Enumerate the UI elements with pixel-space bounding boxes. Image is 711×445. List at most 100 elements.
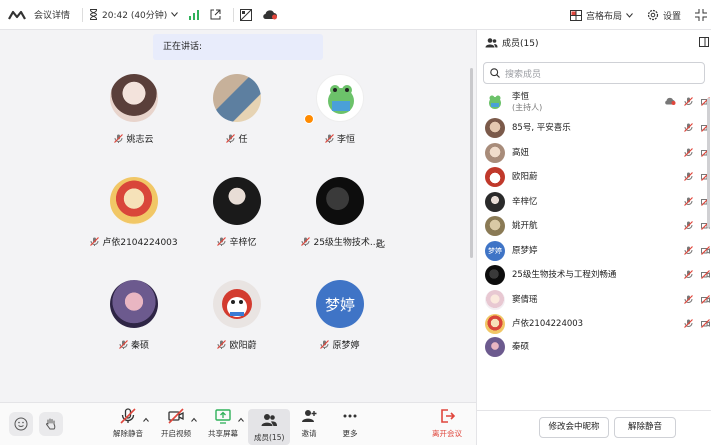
mic-off-icon[interactable] (684, 221, 693, 230)
participant-tile[interactable]: 姚志云 (79, 74, 189, 164)
share-screen-button[interactable]: 共享屏幕 (208, 407, 238, 439)
mic-off-icon[interactable] (684, 123, 693, 132)
leave-meeting-button[interactable]: 离开会议 (432, 407, 462, 439)
cloud-recording-icon[interactable] (262, 9, 278, 20)
mic-off-icon[interactable] (684, 319, 693, 328)
avatar (485, 265, 505, 286)
chevron-up-icon[interactable] (191, 417, 197, 423)
member-name: 辛梓忆 (512, 196, 538, 207)
unmute-button[interactable]: 解除静音 (113, 407, 143, 439)
video-off-icon[interactable] (701, 294, 710, 304)
participant-tile[interactable]: 任 (182, 74, 292, 164)
mic-off-icon (226, 134, 236, 143)
participant-name: 辛梓忆 (217, 235, 257, 248)
member-row-host[interactable]: 李恒 (主持人) (477, 88, 711, 116)
avatar (485, 216, 505, 237)
avatar (485, 289, 505, 310)
signal-strength-icon[interactable] (188, 9, 200, 20)
video-off-icon[interactable] (701, 270, 710, 279)
member-row[interactable]: 梦婷 原梦婷 (477, 239, 711, 264)
chevron-down-icon (171, 12, 179, 17)
video-off-icon[interactable] (701, 245, 710, 255)
unmute-label: 解除静音 (113, 429, 143, 438)
mic-off-icon[interactable] (684, 172, 693, 181)
external-link-icon[interactable] (210, 9, 221, 20)
participant-name: 秦硕 (119, 338, 149, 351)
host-label: (主持人) (512, 102, 543, 112)
rename-button[interactable]: 修改会中昵称 (539, 417, 609, 438)
avatar (316, 177, 364, 225)
divider (82, 7, 84, 22)
settings-label: 设置 (662, 11, 681, 22)
member-row[interactable]: 欧阳蔚 (477, 165, 711, 190)
participant-tile[interactable]: 辛梓忆 (182, 177, 292, 267)
popout-icon[interactable] (699, 37, 709, 47)
mic-off-icon[interactable] (684, 270, 693, 279)
speaking-indicator: 正在讲话: (153, 34, 323, 60)
avatar (485, 118, 505, 139)
meeting-timer[interactable]: 20:42 (40分钟) (89, 8, 179, 21)
emoji-button[interactable] (9, 412, 33, 436)
gallery-scrollbar[interactable] (470, 68, 473, 258)
layout-button[interactable]: 宫格布局 (569, 9, 633, 22)
chevron-up-icon[interactable] (143, 417, 149, 423)
member-row[interactable]: 高妞 (477, 141, 711, 166)
member-row[interactable]: 姚开航 (477, 214, 711, 239)
mic-off-icon[interactable] (684, 97, 693, 106)
start-video-button[interactable]: 开启视频 (161, 407, 191, 439)
member-row[interactable]: 秦硕 (477, 336, 711, 357)
leave-icon (441, 409, 456, 423)
settings-button[interactable]: 设置 (647, 9, 681, 22)
members-button[interactable]: 成员(15) (248, 409, 291, 445)
participant-tile[interactable]: 25级生物技术... (285, 177, 395, 267)
participant-name: 25级生物技术... (301, 235, 379, 248)
video-off-icon[interactable] (701, 319, 710, 328)
more-button[interactable]: 更多 (341, 407, 359, 439)
avatar-initials: 梦婷 (488, 246, 502, 255)
participant-tile[interactable]: 欧阳蔚 (182, 280, 292, 370)
avatar: 梦婷 (485, 240, 505, 261)
mic-off-icon[interactable] (684, 196, 693, 206)
panel-footer: 修改会中昵称 解除静音 (477, 410, 711, 445)
mic-off-icon[interactable] (684, 294, 693, 304)
panel-scrollbar[interactable] (707, 98, 710, 228)
top-bar: 会议详情 20:42 (40分钟) 宫格布局 设置 (0, 0, 711, 30)
hide-nonvideo-icon[interactable] (240, 8, 253, 21)
member-name: 秦硕 (512, 341, 530, 352)
grid-layout-icon (569, 9, 582, 21)
participant-tile[interactable]: 卢依2104224003 (79, 177, 189, 267)
search-input[interactable]: 搜索成员 (483, 62, 705, 84)
invite-button[interactable]: 邀请 (300, 407, 318, 439)
member-row[interactable]: 辛梓忆 (477, 190, 711, 215)
member-name: 李恒 (512, 91, 530, 102)
meeting-info-button[interactable]: 会议详情 (8, 8, 70, 21)
exit-fullscreen-icon[interactable] (695, 9, 707, 21)
share-screen-icon (215, 409, 231, 424)
participant-tile[interactable]: 梦婷 原梦婷 (285, 280, 395, 370)
member-row[interactable]: 窦倩瑶 (477, 288, 711, 313)
participant-tile[interactable]: 李恒 (285, 74, 395, 164)
avatar (110, 177, 158, 225)
mic-off-icon (114, 134, 124, 143)
unmute-all-button[interactable]: 解除静音 (614, 417, 676, 438)
mic-off-icon (119, 340, 128, 349)
chevron-up-icon[interactable] (238, 417, 244, 423)
cloud-recording-icon (665, 97, 676, 105)
mic-off-icon[interactable] (684, 147, 693, 157)
member-row[interactable]: 25级生物技术与工程刘畅通 (477, 263, 711, 288)
members-icon (261, 414, 278, 426)
mic-off-icon (217, 340, 227, 349)
more-label: 更多 (342, 429, 358, 438)
speaking-label: 正在讲话: (163, 42, 203, 52)
participant-tile[interactable]: 秦硕 (79, 280, 189, 370)
raise-hand-button[interactable] (39, 412, 63, 436)
avatar (213, 177, 261, 225)
mic-off-icon[interactable] (684, 245, 693, 255)
mic-off-icon (120, 408, 136, 424)
mic-off-icon (301, 237, 311, 246)
member-row[interactable]: 卢依2104224003 (477, 312, 711, 337)
member-row[interactable]: 85号, 平安喜乐 (477, 116, 711, 141)
overflow-tile-label: 匙 (376, 240, 386, 250)
members-icon (485, 37, 498, 47)
participant-name: 李恒 (325, 132, 355, 145)
